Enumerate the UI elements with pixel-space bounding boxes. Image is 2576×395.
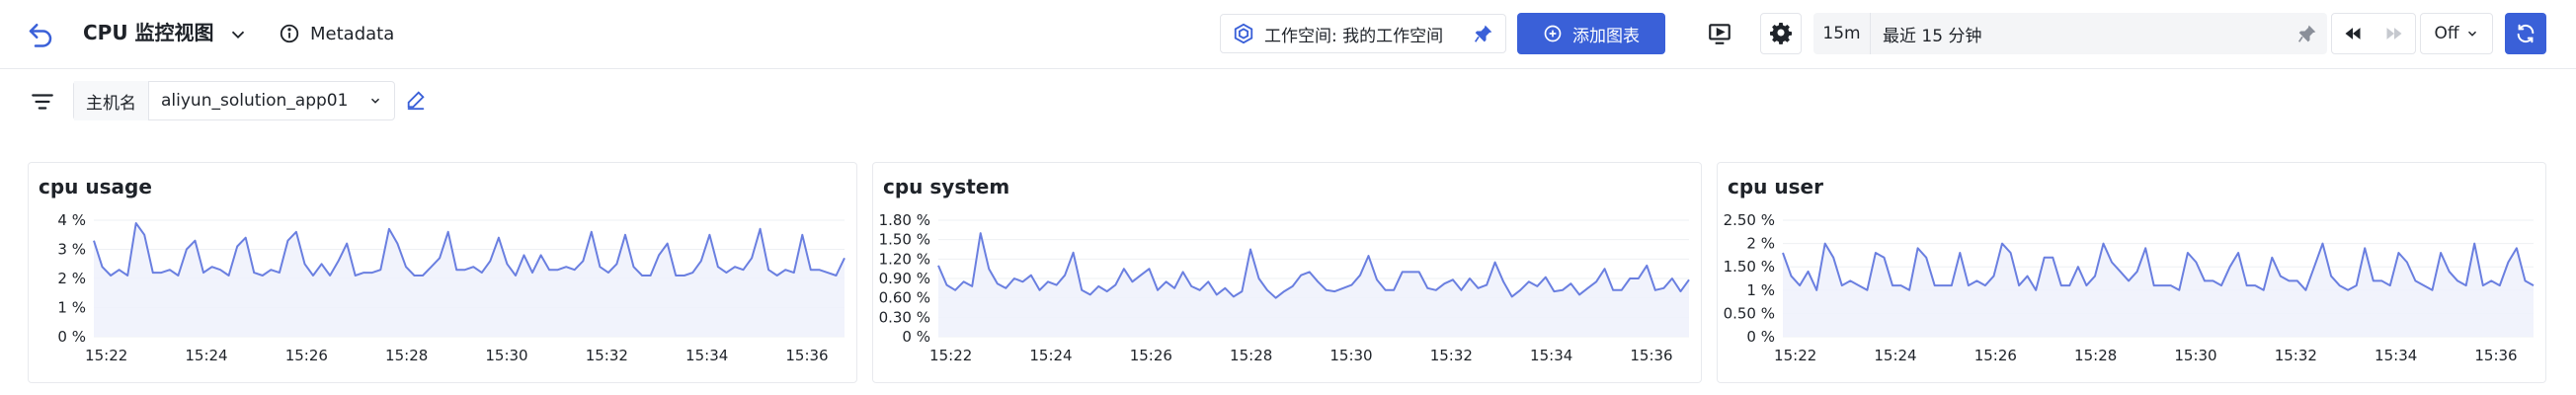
refresh-button[interactable] — [2505, 13, 2546, 54]
x-tick-label: 15:22 — [1774, 347, 1816, 364]
y-tick-label: 0.30 % — [879, 308, 930, 326]
y-tick-label: 1 % — [1746, 281, 1775, 299]
pin-icon[interactable] — [1474, 24, 1493, 43]
time-short-label[interactable]: 15m — [1813, 13, 1871, 54]
x-tick-label: 15:24 — [1874, 347, 1916, 364]
y-tick-label: 1 % — [57, 299, 86, 317]
x-tick-label: 15:30 — [485, 347, 527, 364]
y-tick-label: 1.80 % — [879, 211, 930, 229]
x-tick-label: 15:26 — [1974, 347, 2017, 364]
workspace-selector[interactable]: 工作空间: 我的工作空间 — [1220, 14, 1506, 53]
time-back-button[interactable] — [2332, 14, 2374, 53]
presentation-mode-button[interactable] — [1699, 13, 1740, 54]
chart-panel-cpu-system[interactable]: cpu system 0 % 0.30 % 0.60 % 0.90 % 1.20 % 1.… — [872, 162, 1702, 383]
chart-cpu-usage: 0 % 1 % 2 % 3 % 4 % 15:22 15:24 15:26 15:28 15:30… — [57, 211, 845, 364]
y-tick-label: 0.90 % — [879, 270, 930, 287]
metadata-label: Metadata — [310, 23, 395, 44]
time-range-picker[interactable]: 15m 最近 15 分钟 — [1813, 13, 2327, 54]
metadata-button[interactable]: Metadata — [279, 19, 394, 48]
add-chart-label: 添加图表 — [1572, 26, 1640, 46]
x-tick-label: 15:32 — [1430, 347, 1473, 364]
monitor-play-icon — [1709, 24, 1731, 44]
series-area — [938, 233, 1689, 337]
x-tick-label: 15:30 — [2174, 347, 2216, 364]
plus-circle-icon — [1544, 25, 1562, 42]
time-forward-button[interactable] — [2374, 14, 2415, 53]
pin-icon — [2297, 25, 2316, 42]
series-area — [1783, 243, 2534, 337]
x-tick-label: 15:28 — [385, 347, 428, 364]
variable-label: 主机名 — [74, 81, 149, 120]
chevron-down-icon — [370, 98, 380, 104]
x-tick-label: 15:36 — [2474, 347, 2517, 364]
auto-refresh-value: Off — [2434, 24, 2459, 43]
x-tick-label: 15:34 — [1530, 347, 1572, 364]
variable-value: aliyun_solution_app01 — [161, 91, 349, 111]
y-tick-label: 0 % — [57, 328, 86, 346]
auto-refresh-select[interactable]: Off — [2420, 13, 2493, 54]
y-tick-label: 2.50 % — [1724, 211, 1775, 229]
fast-forward-icon — [2386, 28, 2402, 40]
y-tick-label: 0.50 % — [1724, 304, 1775, 322]
y-tick-label: 1.20 % — [879, 250, 930, 268]
series-area — [94, 223, 845, 337]
x-tick-label: 15:34 — [2375, 347, 2417, 364]
x-tick-label: 15:26 — [1130, 347, 1172, 364]
chart-cpu-user: 0 % 0.50 % 1 % 1.50 % 2 % 2.50 % 15:22 15:24 15:… — [1724, 211, 2535, 364]
y-tick-label: 4 % — [57, 211, 86, 229]
back-arrow-icon[interactable] — [26, 19, 55, 48]
variable-select[interactable]: aliyun_solution_app01 — [149, 81, 394, 120]
chevron-down-icon — [2467, 31, 2476, 37]
y-tick-label: 1.50 % — [1724, 258, 1775, 276]
x-tick-label: 15:26 — [285, 347, 328, 364]
x-tick-label: 15:24 — [185, 347, 227, 364]
chart-panel-cpu-user[interactable]: cpu user 0 % 0.50 % 1 % 1.50 % 2 % 2.50 % 15:2… — [1717, 162, 2546, 383]
time-pin-button[interactable] — [2288, 24, 2327, 43]
y-tick-label: 0 % — [1746, 328, 1775, 346]
info-icon — [280, 24, 299, 43]
edit-icon[interactable] — [405, 89, 427, 111]
x-tick-label: 15:30 — [1329, 347, 1372, 364]
rewind-icon — [2345, 28, 2361, 40]
gear-icon — [1770, 23, 1792, 44]
x-tick-label: 15:32 — [2275, 347, 2317, 364]
time-range-label[interactable]: 最近 15 分钟 — [1871, 22, 2288, 46]
x-tick-label: 15:22 — [929, 347, 972, 364]
y-tick-label: 2 % — [1746, 235, 1775, 253]
y-tick-label: 0.60 % — [879, 289, 930, 307]
x-tick-label: 15:28 — [1230, 347, 1272, 364]
x-tick-label: 15:28 — [2074, 347, 2117, 364]
y-tick-label: 1.50 % — [879, 231, 930, 249]
x-tick-label: 15:34 — [685, 347, 728, 364]
chart-panel-cpu-usage[interactable]: cpu usage 0 % 1 % 2 % 3 % 4 % 15:22 15:24 15:26… — [28, 162, 857, 383]
y-tick-label: 2 % — [57, 270, 86, 287]
settings-button[interactable] — [1760, 13, 1802, 54]
x-tick-label: 15:36 — [785, 347, 828, 364]
workspace-label: 工作空间: 我的工作空间 — [1264, 26, 1444, 46]
x-tick-label: 15:22 — [85, 347, 127, 364]
host-variable-filter: 主机名 aliyun_solution_app01 — [73, 81, 395, 120]
chart-cpu-system: 0 % 0.30 %0.60 % 0.90 % 1.20 %1.50 % 1.80 % 1… — [879, 211, 1690, 364]
workspace-icon — [1234, 23, 1253, 44]
x-tick-label: 15:36 — [1630, 347, 1672, 364]
x-tick-label: 15:32 — [586, 347, 628, 364]
refresh-icon — [2517, 24, 2535, 43]
add-chart-button[interactable]: 添加图表 — [1517, 13, 1665, 54]
time-navigation — [2331, 13, 2416, 54]
y-tick-label: 3 % — [57, 241, 86, 259]
chevron-down-icon[interactable] — [227, 24, 249, 45]
dashboard-title: CPU 监控视图 — [83, 21, 214, 44]
y-tick-label: 0 % — [902, 328, 930, 346]
filter-icon[interactable] — [30, 89, 55, 115]
x-tick-label: 15:24 — [1029, 347, 1072, 364]
